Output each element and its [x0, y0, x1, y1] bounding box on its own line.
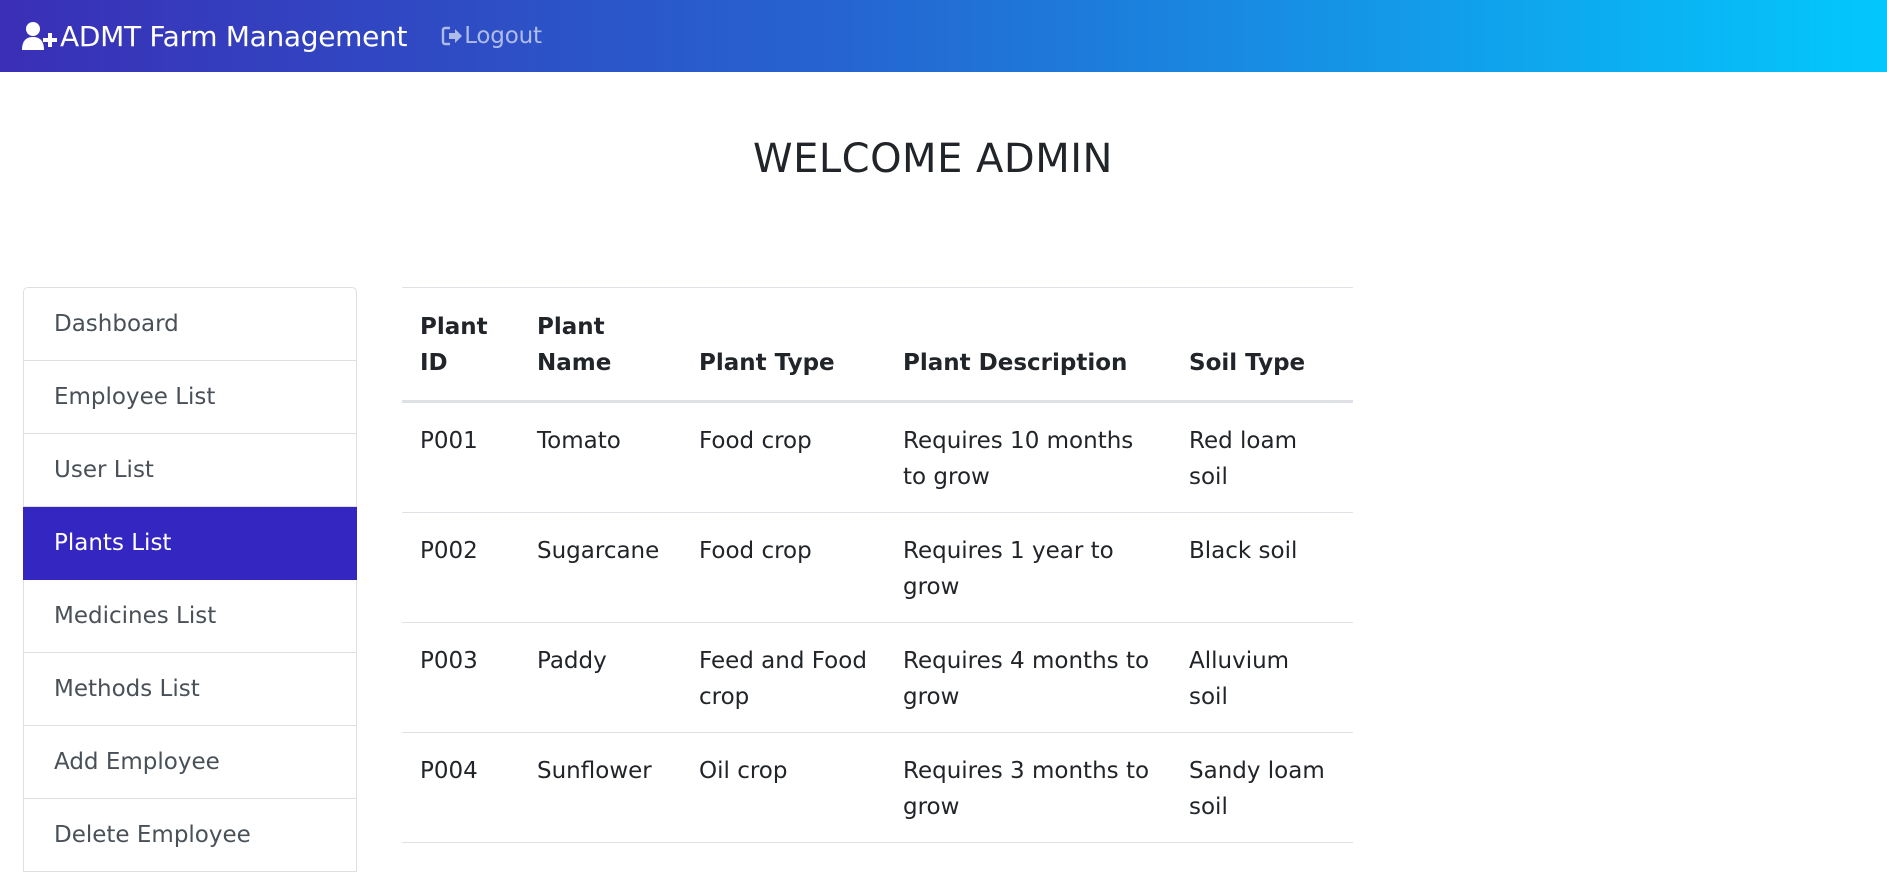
sidebar-item-user-list[interactable]: User List [24, 434, 356, 507]
user-plus-icon [22, 22, 57, 50]
cell-plant-description: Requires 1 year to grow [885, 512, 1171, 623]
brand-link[interactable]: ADMT Farm Management [22, 19, 408, 53]
column-header-soil-type: Soil Type [1171, 287, 1353, 403]
cell-plant-description: Requires 3 months to grow [885, 732, 1171, 843]
cell-plant-id: P002 [402, 512, 519, 623]
table-row: P004 Sunflower Oil crop Requires 3 month… [402, 732, 1353, 843]
sidebar-item-employee-list[interactable]: Employee List [24, 361, 356, 434]
cell-plant-name: Paddy [519, 622, 681, 733]
table-row: P003 Paddy Feed and Food crop Requires 4… [402, 622, 1353, 733]
cell-soil-type: Alluvium soil [1171, 622, 1353, 733]
column-header-plant-description: Plant Description [885, 287, 1171, 403]
sidebar-item-dashboard[interactable]: Dashboard [24, 288, 356, 361]
table-row: P002 Sugarcane Food crop Requires 1 year… [402, 512, 1353, 623]
cell-soil-type: Red loam soil [1171, 401, 1353, 513]
cell-soil-type: Sandy loam soil [1171, 732, 1353, 843]
cell-plant-type: Oil crop [681, 732, 885, 843]
sidebar-item-methods-list[interactable]: Methods List [24, 653, 356, 726]
table-header-row: Plant ID Plant Name Plant Type Plant Des… [402, 287, 1353, 403]
sidebar-item-plants-list[interactable]: Plants List [23, 507, 357, 580]
welcome-heading: WELCOME ADMIN [753, 136, 1113, 182]
cell-plant-id: P004 [402, 732, 519, 843]
sidebar-item-add-employee[interactable]: Add Employee [24, 726, 356, 799]
cell-plant-type: Feed and Food crop [681, 622, 885, 733]
sidebar-item-medicines-list[interactable]: Medicines List [24, 580, 356, 653]
column-header-plant-type: Plant Type [681, 287, 885, 403]
cell-plant-type: Food crop [681, 401, 885, 513]
sidebar-menu: Dashboard Employee List User List Plants… [23, 287, 357, 872]
plants-table-container: Plant ID Plant Name Plant Type Plant Des… [402, 287, 1353, 843]
plants-table: Plant ID Plant Name Plant Type Plant Des… [402, 287, 1353, 843]
sign-out-icon [442, 26, 463, 46]
cell-plant-id: P003 [402, 622, 519, 733]
cell-plant-name: Sugarcane [519, 512, 681, 623]
logout-link[interactable]: Logout [441, 23, 542, 49]
cell-plant-name: Sunflower [519, 732, 681, 843]
cell-plant-type: Food crop [681, 512, 885, 623]
brand-title: ADMT Farm Management [60, 19, 408, 53]
navbar: ADMT Farm Management Logout [0, 0, 1887, 72]
column-header-plant-id: Plant ID [402, 287, 519, 403]
logout-label: Logout [464, 23, 542, 49]
sidebar-item-delete-employee[interactable]: Delete Employee [24, 799, 356, 872]
cell-plant-description: Requires 10 months to grow [885, 401, 1171, 513]
cell-plant-id: P001 [402, 401, 519, 513]
cell-plant-name: Tomato [519, 401, 681, 513]
cell-plant-description: Requires 4 months to grow [885, 622, 1171, 733]
column-header-plant-name: Plant Name [519, 287, 681, 403]
table-row: P001 Tomato Food crop Requires 10 months… [402, 401, 1353, 513]
cell-soil-type: Black soil [1171, 512, 1353, 623]
